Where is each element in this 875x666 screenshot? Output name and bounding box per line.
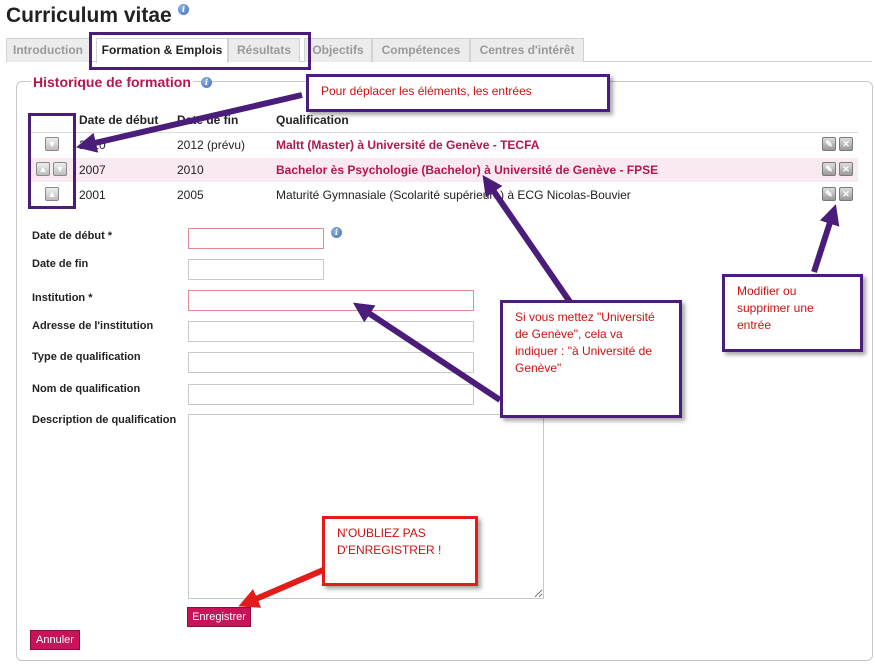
row-end: 2010 (177, 163, 204, 177)
column-header-qualification: Qualification (276, 113, 349, 127)
move-highlight-frame (28, 113, 76, 209)
institution-address-input[interactable] (188, 321, 474, 342)
info-icon[interactable]: i (331, 227, 342, 238)
start-date-label: Date de début * (32, 230, 113, 242)
edit-icon[interactable]: ✎ (822, 137, 836, 151)
row-start: 2007 (79, 163, 106, 177)
qualification-type-label: Type de qualification (32, 351, 141, 363)
callout-move: Pour déplacer les éléments, les entrées (306, 74, 610, 112)
table-row: ▲ ▼ 2007 2010 Bachelor ès Psychologie (B… (28, 158, 858, 182)
row-start: 2001 (79, 188, 106, 202)
qualification-type-input[interactable] (188, 352, 474, 373)
end-date-input[interactable] (188, 259, 324, 280)
edit-icon[interactable]: ✎ (822, 162, 836, 176)
institution-input[interactable] (188, 290, 474, 311)
row-start: 2010 (79, 138, 106, 152)
callout-save: N'OUBLIEZ PAS D'ENREGISTRER ! (322, 516, 478, 586)
row-end: 2005 (177, 188, 204, 202)
delete-icon[interactable]: ✕ (839, 137, 853, 151)
row-qualification: Maturité Gymnasiale (Scolarité supérieur… (276, 188, 631, 202)
delete-icon[interactable]: ✕ (839, 187, 853, 201)
tab-centres-interet[interactable]: Centres d'intérêt (470, 38, 584, 62)
row-qualification-link[interactable]: Maltt (Master) à Université de Genève - … (276, 138, 539, 152)
column-header-end: Date de fin (177, 113, 239, 127)
start-date-input[interactable] (188, 228, 324, 249)
delete-icon[interactable]: ✕ (839, 162, 853, 176)
end-date-label: Date de fin (32, 258, 89, 270)
table-row: ▼ 2010 2012 (prévu) Maltt (Master) à Uni… (28, 133, 858, 157)
callout-institution: Si vous mettez "Université de Genève", c… (500, 300, 682, 418)
callout-edit: Modifier ou supprimer une entrée (722, 274, 863, 352)
info-icon[interactable]: i (201, 77, 212, 88)
cancel-button[interactable]: Annuler (30, 630, 80, 650)
tab-objectifs[interactable]: Objectifs (304, 38, 372, 62)
tab-highlight-frame (89, 32, 311, 70)
row-qualification-link[interactable]: Bachelor ès Psychologie (Bachelor) à Uni… (276, 163, 658, 177)
institution-address-label: Adresse de l'institution (32, 320, 154, 332)
institution-label: Institution * (32, 292, 93, 304)
section-legend: Historique de formation (31, 74, 193, 90)
column-header-start: Date de début (79, 113, 159, 127)
table-row: ▲ 2001 2005 Maturité Gymnasiale (Scolari… (28, 183, 858, 207)
save-button[interactable]: Enregistrer (187, 607, 251, 627)
qualification-name-label: Nom de qualification (32, 383, 141, 395)
edit-icon[interactable]: ✎ (822, 187, 836, 201)
qualification-description-label: Description de qualification (32, 414, 177, 426)
page-title: Curriculum vitae (6, 4, 172, 27)
tab-competences[interactable]: Compétences (372, 38, 470, 62)
tab-introduction[interactable]: Introduction (6, 38, 90, 62)
row-end: 2012 (prévu) (177, 138, 246, 152)
qualification-name-input[interactable] (188, 384, 474, 405)
info-icon[interactable]: i (178, 4, 189, 15)
